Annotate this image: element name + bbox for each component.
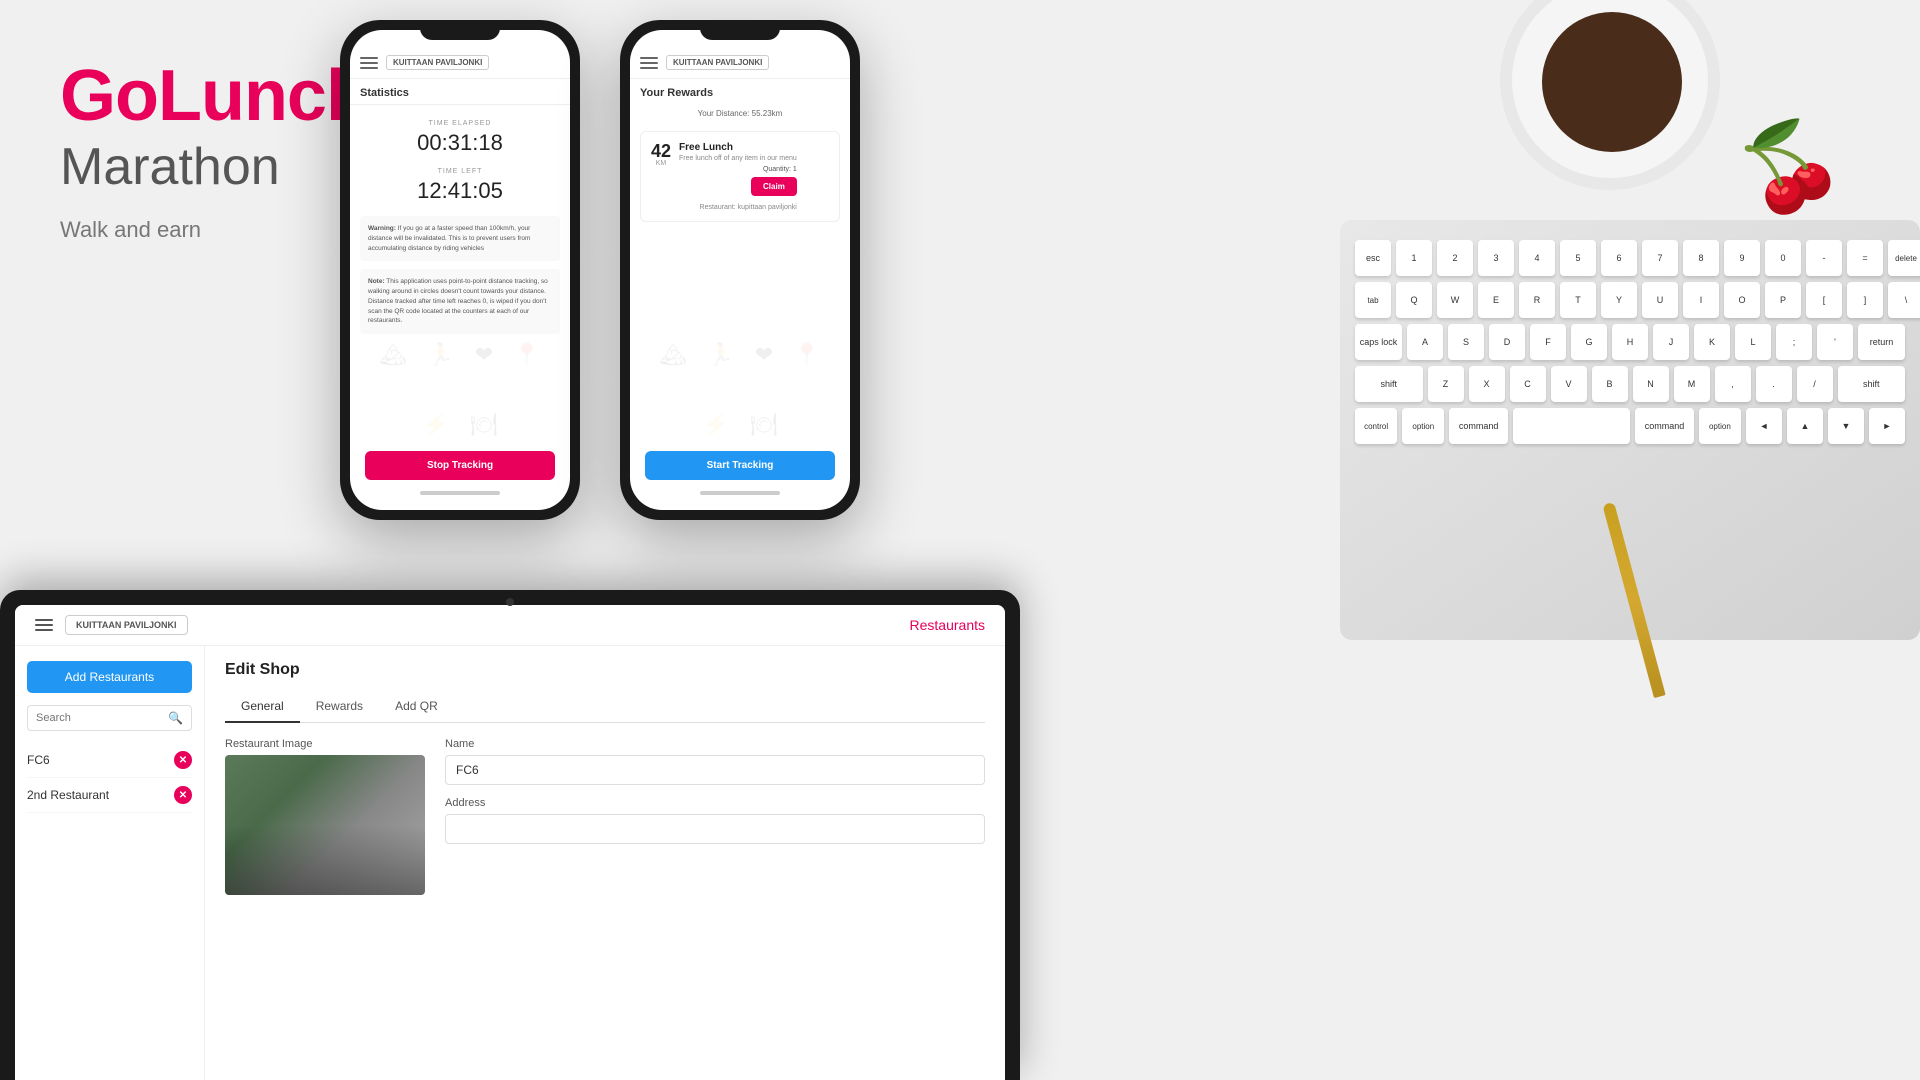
tablet-logo-area: KUITTAAN PAVILJONKI xyxy=(35,615,188,635)
rewards-info: Free Lunch Free lunch off of any item in… xyxy=(679,142,797,211)
phone2-logo: KUITTAAN PAVILJONKI xyxy=(666,55,769,70)
tablet-logo: KUITTAAN PAVILJONKI xyxy=(65,615,188,635)
tab-general[interactable]: General xyxy=(225,691,300,723)
rewards-km-label: KM xyxy=(651,160,671,167)
restaurant-image xyxy=(225,755,425,895)
name-label: Name xyxy=(445,738,985,750)
phone1-bg-icons: 🏔 🏃 ❤ 📍 ⚡ 🍽 xyxy=(350,330,570,450)
stats-content: TIME ELAPSED 00:31:18 TIME LEFT 12:41:05… xyxy=(350,105,570,357)
phone2-notch xyxy=(700,20,780,40)
tablet-hamburger-icon[interactable] xyxy=(35,619,53,631)
rewards-km-area: 42 KM xyxy=(651,142,671,167)
stats-screen-title: Statistics xyxy=(350,79,570,105)
address-field[interactable] xyxy=(445,814,985,844)
reward-quantity: Quantity: 1 xyxy=(679,166,797,173)
tablet-screen: KUITTAAN PAVILJONKI Restaurants Add Rest… xyxy=(15,605,1005,1080)
phone1-home-bar xyxy=(420,491,500,495)
phone2-bg-icons: 🏔 🏃 ❤ 📍 ⚡ 🍽 xyxy=(630,330,850,450)
tab-add-qr[interactable]: Add QR xyxy=(379,691,454,723)
note-box: Note: This application uses point-to-poi… xyxy=(360,269,560,334)
time-left-label: TIME LEFT xyxy=(360,168,560,175)
hamburger-icon[interactable] xyxy=(360,57,378,69)
restaurant-image-inner xyxy=(225,755,425,895)
reward-title: Free Lunch xyxy=(679,142,797,153)
phone2-home-bar xyxy=(700,491,780,495)
phone1-mockup: KUITTAAN PAVILJONKI Statistics TIME ELAP… xyxy=(340,20,580,520)
rewards-km-value: 42 xyxy=(651,142,671,160)
start-tracking-button[interactable]: Start Tracking xyxy=(645,451,835,480)
phones-container: KUITTAAN PAVILJONKI Statistics TIME ELAP… xyxy=(340,20,860,520)
tab-rewards[interactable]: Rewards xyxy=(300,691,379,723)
tablet-main: Edit Shop General Rewards Add QR Restaur… xyxy=(205,646,1005,1080)
phone2-hamburger-icon[interactable] xyxy=(640,57,658,69)
time-elapsed-value: 00:31:18 xyxy=(360,130,560,156)
rewards-card: 42 KM Free Lunch Free lunch off of any i… xyxy=(640,131,840,222)
claim-button[interactable]: Claim xyxy=(751,177,797,196)
tablet-mockup: KUITTAAN PAVILJONKI Restaurants Add Rest… xyxy=(0,590,1020,1080)
phone1-logo: KUITTAAN PAVILJONKI xyxy=(386,55,489,70)
phone1-screen: KUITTAAN PAVILJONKI Statistics TIME ELAP… xyxy=(350,30,570,510)
tablet-header: KUITTAAN PAVILJONKI Restaurants xyxy=(15,605,1005,646)
add-restaurants-button[interactable]: Add Restaurants xyxy=(27,661,192,693)
rewards-distance: Your Distance: 55.23km xyxy=(630,104,850,123)
edit-shop-title: Edit Shop xyxy=(225,661,985,679)
delete-2nd-button[interactable]: ✕ xyxy=(174,786,192,804)
app-subtitle: Marathon xyxy=(60,137,369,197)
phone2-screen: KUITTAAN PAVILJONKI Your Rewards Your Di… xyxy=(630,30,850,510)
image-overlay xyxy=(225,825,425,895)
warning-box: Warning: If you go at a faster speed tha… xyxy=(360,216,560,261)
left-text-area: GoLunch Marathon Walk and earn xyxy=(60,60,369,243)
tablet-sidebar: Add Restaurants 🔍 FC6 ✕ 2nd Restaurant ✕ xyxy=(15,646,205,1080)
note-text: Note: This application uses point-to-poi… xyxy=(368,277,552,326)
search-input[interactable] xyxy=(36,712,162,724)
reward-desc: Free lunch off of any item in our menu xyxy=(679,155,797,162)
name-field[interactable] xyxy=(445,755,985,785)
tablet-restaurants-link[interactable]: Restaurants xyxy=(910,617,985,633)
form-section: Restaurant Image Name Address xyxy=(225,738,985,895)
form-left: Restaurant Image xyxy=(225,738,425,895)
warning-text: Warning: If you go at a faster speed tha… xyxy=(368,224,552,253)
time-left-value: 12:41:05 xyxy=(360,178,560,204)
address-label: Address xyxy=(445,797,985,809)
tablet-camera xyxy=(506,598,514,606)
stop-tracking-button[interactable]: Stop Tracking xyxy=(365,451,555,480)
phone1-notch xyxy=(420,20,500,40)
search-icon: 🔍 xyxy=(168,711,183,725)
delete-fc6-button[interactable]: ✕ xyxy=(174,751,192,769)
time-elapsed-label: TIME ELAPSED xyxy=(360,120,560,127)
app-title: GoLunch xyxy=(60,60,369,132)
form-right: Name Address xyxy=(445,738,985,895)
restaurant-name-2nd: 2nd Restaurant xyxy=(27,788,109,802)
tablet-body: Add Restaurants 🔍 FC6 ✕ 2nd Restaurant ✕… xyxy=(15,646,1005,1080)
restaurant-image-label: Restaurant Image xyxy=(225,738,425,750)
search-box[interactable]: 🔍 xyxy=(27,705,192,731)
rewards-screen-title: Your Rewards xyxy=(630,79,850,104)
phone2-mockup: KUITTAAN PAVILJONKI Your Rewards Your Di… xyxy=(620,20,860,520)
list-item: 2nd Restaurant ✕ xyxy=(27,778,192,813)
cherries-decoration: 🍒 xyxy=(1727,106,1853,228)
restaurant-label: Restaurant: kupittaan paviljonki xyxy=(679,196,797,211)
tabs-row: General Rewards Add QR xyxy=(225,691,985,723)
restaurant-name-fc6: FC6 xyxy=(27,753,50,767)
list-item: FC6 ✕ xyxy=(27,743,192,778)
app-tagline: Walk and earn xyxy=(60,217,369,243)
coffee-cup-bg xyxy=(1500,0,1720,190)
